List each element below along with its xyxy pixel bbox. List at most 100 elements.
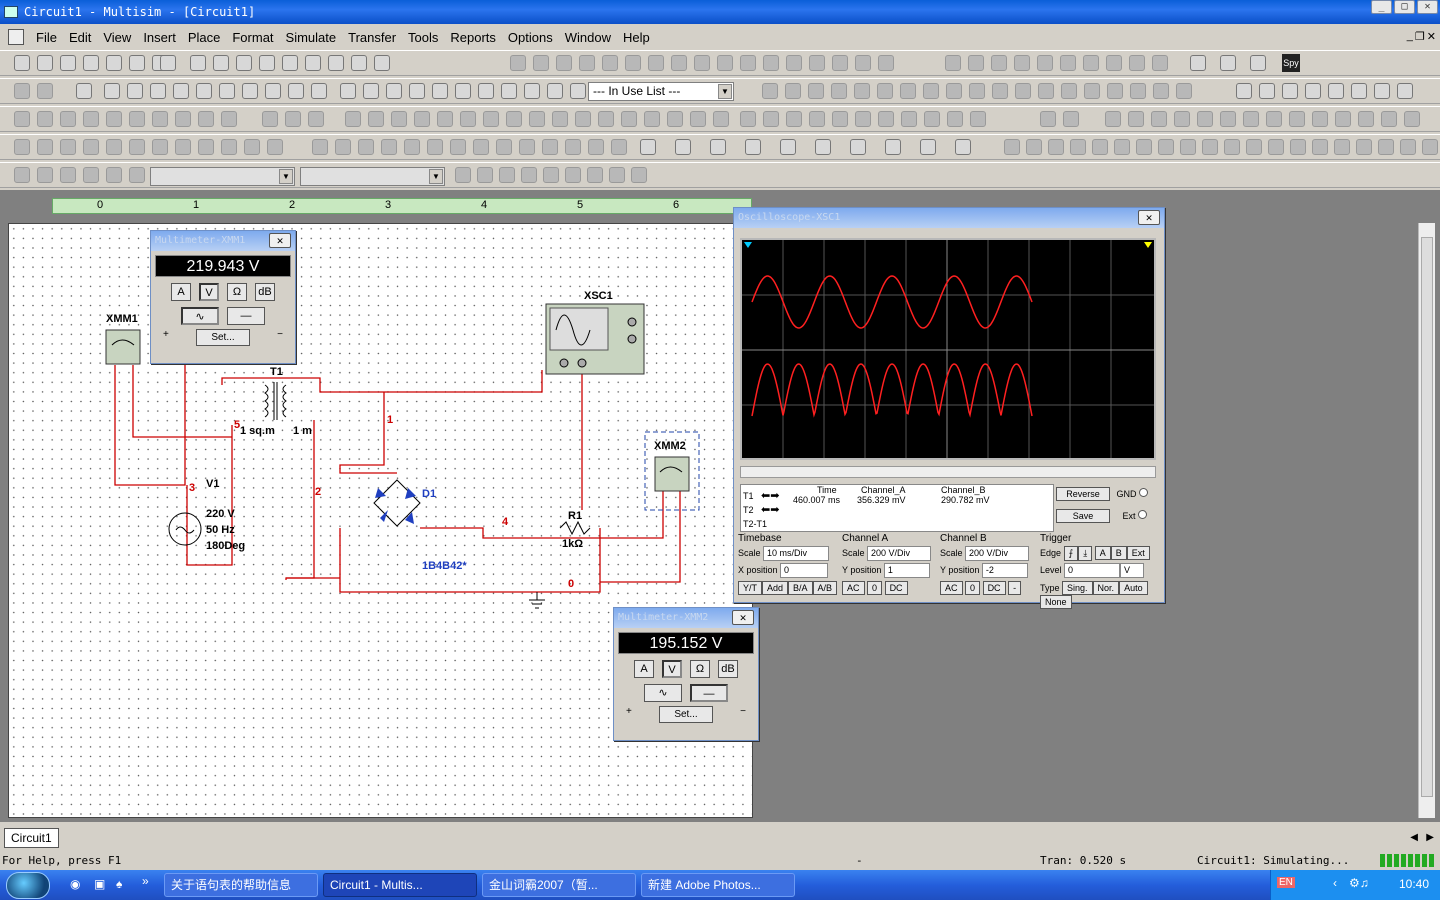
ammeter-button[interactable]: A	[634, 660, 654, 678]
channel-b-dc-button[interactable]: DC	[982, 581, 1006, 595]
rising-edge-icon[interactable]: ⨍	[1063, 546, 1079, 561]
tray-icons[interactable]: ⚙♫	[1349, 876, 1369, 890]
toolbar-button[interactable]	[1151, 111, 1167, 127]
ie-icon[interactable]: ◉	[70, 877, 80, 891]
toolbar-button[interactable]	[785, 83, 801, 99]
voltmeter-button[interactable]: V	[199, 283, 219, 301]
tab-circuit1[interactable]: Circuit1	[4, 828, 59, 848]
add-button[interactable]: Add	[762, 581, 789, 595]
none-button[interactable]: None	[1040, 595, 1072, 609]
toolbar-button[interactable]	[1404, 111, 1420, 127]
toolbar-button[interactable]	[878, 55, 894, 71]
toolbar-button[interactable]	[762, 83, 778, 99]
toolbar-button[interactable]	[991, 55, 1007, 71]
mdi-restore-button[interactable]: ❐	[1415, 30, 1425, 43]
toolbar-button[interactable]	[1084, 83, 1100, 99]
tab-scroll-right-icon[interactable]: ▶	[1426, 832, 1434, 843]
toolbar-button[interactable]	[1070, 139, 1086, 155]
toolbar-button[interactable]	[786, 111, 802, 127]
falling-edge-icon[interactable]: ⤓	[1078, 546, 1093, 561]
mdi-minimize-button[interactable]: _	[1407, 30, 1413, 43]
toolbar-button[interactable]	[945, 55, 961, 71]
ba-button[interactable]: B/A	[788, 581, 813, 595]
channel-a-zero-button[interactable]: 0	[867, 581, 883, 595]
toolbar-button[interactable]	[850, 139, 866, 155]
toolbar-button[interactable]	[1381, 111, 1397, 127]
toolbar-button[interactable]	[1259, 83, 1275, 99]
close-icon[interactable]: ✕	[732, 610, 754, 625]
toolbar-button[interactable]	[1378, 139, 1394, 155]
tab-scroll-left-icon[interactable]: ◀	[1410, 832, 1418, 843]
minimize-button[interactable]: _	[1371, 0, 1392, 14]
level-field[interactable]: 0	[1064, 563, 1121, 578]
toolbar-button[interactable]	[1004, 139, 1020, 155]
ac-mode-button[interactable]: ∿	[644, 684, 682, 702]
mdi-close-button[interactable]: ✕	[1427, 30, 1436, 43]
channel-a-dc-button[interactable]: DC	[884, 581, 908, 595]
oscilloscope-titlebar[interactable]: Oscilloscope-XSC1 ✕	[734, 208, 1164, 228]
toolbar-button[interactable]	[1129, 55, 1145, 71]
toolbar-button[interactable]	[855, 55, 871, 71]
cursor-t1-marker[interactable]	[744, 242, 752, 248]
toolbar-button[interactable]	[832, 111, 848, 127]
t2-arrows-icon[interactable]: ⬅➡	[761, 503, 779, 516]
toolbar-button[interactable]	[878, 111, 894, 127]
maximize-button[interactable]: □	[1394, 0, 1415, 14]
channel-b-ypos-field[interactable]: -2	[981, 563, 1028, 578]
toolbar-button[interactable]	[1224, 139, 1240, 155]
toolbar-button[interactable]	[901, 111, 917, 127]
spy-button[interactable]: Spy	[1282, 54, 1300, 72]
toolbar-button[interactable]	[1026, 139, 1042, 155]
toolbar-button[interactable]	[1060, 55, 1076, 71]
ammeter-button[interactable]: A	[171, 283, 191, 301]
toolbar-button[interactable]	[1180, 139, 1196, 155]
toolbar-button[interactable]	[763, 111, 779, 127]
close-button[interactable]: ✕	[1417, 0, 1438, 14]
toolbar-button[interactable]	[1246, 139, 1262, 155]
decibel-button[interactable]: dB	[718, 660, 738, 678]
toolbar-button[interactable]	[1015, 83, 1031, 99]
channel-a-scale-field[interactable]: 200 V/Div	[867, 546, 932, 561]
close-icon[interactable]: ✕	[269, 233, 291, 248]
task-photoshop[interactable]: 新建 Adobe Photos...	[641, 873, 795, 897]
scope-h-scrollbar[interactable]	[740, 466, 1156, 478]
toolbar-button[interactable]	[1328, 83, 1344, 99]
trigger-ext-button[interactable]: Ext	[1126, 546, 1150, 560]
save-button[interactable]: Save	[1056, 509, 1110, 523]
auto-button[interactable]: Auto	[1119, 581, 1148, 595]
quicklaunch-icon[interactable]: ▣	[94, 877, 105, 891]
toolbar-button[interactable]	[855, 111, 871, 127]
toolbar-button[interactable]	[832, 55, 848, 71]
toolbar-button[interactable]	[1040, 111, 1056, 127]
language-indicator[interactable]: EN	[1277, 877, 1295, 888]
toolbar-button[interactable]	[1061, 83, 1077, 99]
toolbar-button[interactable]	[1335, 111, 1351, 127]
toolbar-button[interactable]	[1176, 83, 1192, 99]
timebase-scale-field[interactable]: 10 ms/Div	[763, 546, 830, 561]
ab-button[interactable]: A/B	[812, 581, 838, 595]
toolbar-button[interactable]	[968, 55, 984, 71]
multimeter-xmm2-titlebar[interactable]: Multimeter-XMM2 ✕	[614, 608, 758, 628]
toolbar-button[interactable]	[1063, 111, 1079, 127]
toolbar-button[interactable]	[1220, 111, 1236, 127]
toolbar-button[interactable]	[831, 83, 847, 99]
cursor-t2-marker[interactable]	[1144, 242, 1152, 248]
toolbar-button[interactable]	[1400, 139, 1416, 155]
toolbar-button[interactable]	[1152, 55, 1168, 71]
ohmmeter-button[interactable]: Ω	[227, 283, 247, 301]
toolbar-button[interactable]	[1282, 83, 1298, 99]
dc-mode-button[interactable]: —	[690, 684, 728, 702]
toolbar-button[interactable]	[1037, 55, 1053, 71]
chevron-right-icon[interactable]: »	[142, 874, 149, 888]
toolbar-button[interactable]	[1158, 139, 1174, 155]
channel-b-ac-button[interactable]: AC	[940, 581, 963, 595]
toolbar-button[interactable]	[1351, 83, 1367, 99]
toolbar-button[interactable]	[1038, 83, 1054, 99]
channel-b-zero-button[interactable]: 0	[965, 581, 981, 595]
toolbar-button[interactable]	[1083, 55, 1099, 71]
ac-mode-button[interactable]: ∿	[181, 307, 219, 325]
toolbar-button[interactable]	[1397, 83, 1413, 99]
task-help[interactable]: 关于语句表的帮助信息	[164, 873, 318, 897]
toolbar-button[interactable]	[1422, 139, 1438, 155]
toolbar-button[interactable]	[1153, 83, 1169, 99]
